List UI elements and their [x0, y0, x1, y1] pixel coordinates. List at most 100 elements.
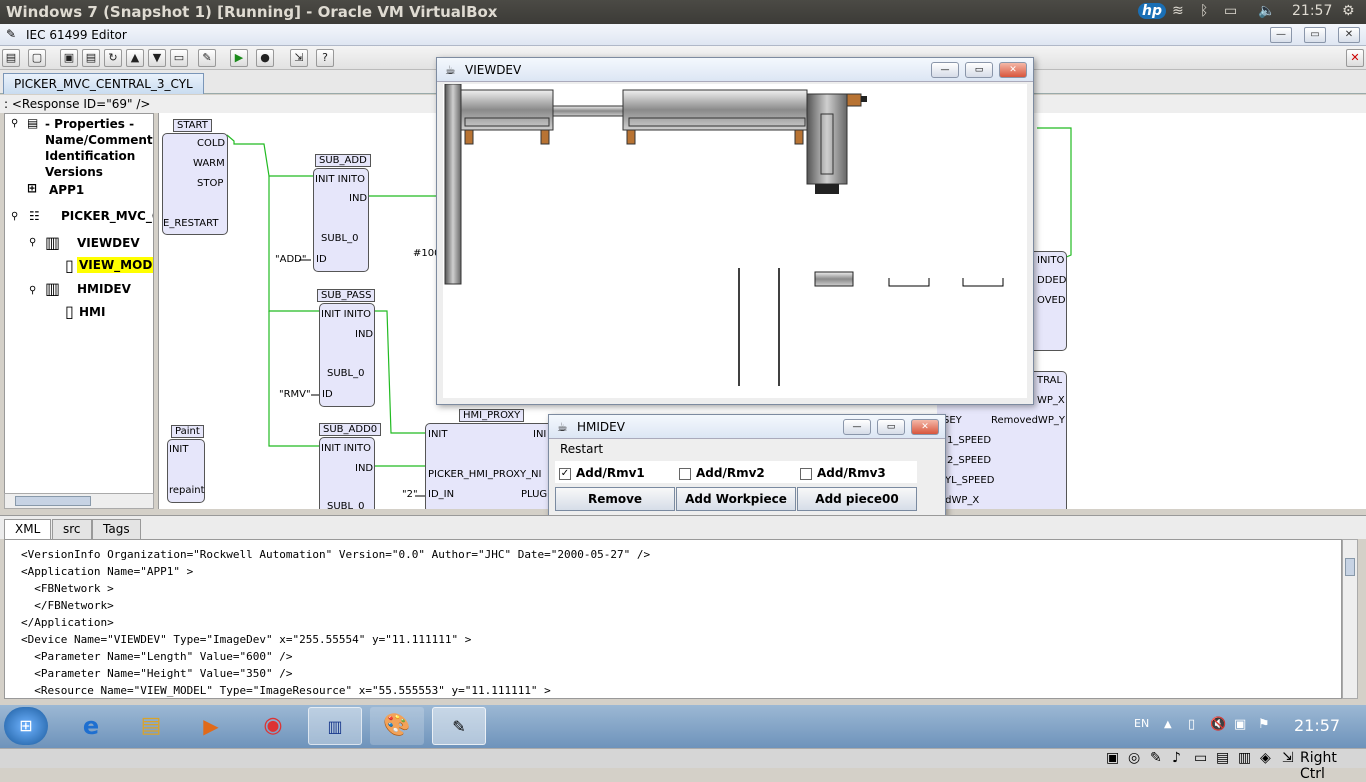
- scroll-thumb[interactable]: [15, 496, 91, 506]
- editor-taskbar-icon[interactable]: ▥: [308, 707, 362, 745]
- tree-horizontal-scrollbar[interactable]: [4, 493, 154, 509]
- minimize-button[interactable]: —: [1270, 27, 1292, 43]
- stop-icon[interactable]: ●: [256, 49, 274, 67]
- save-icon[interactable]: ▣: [60, 49, 78, 67]
- battery-icon[interactable]: ▯: [1188, 717, 1195, 732]
- expand-icon[interactable]: ⚲: [29, 237, 36, 248]
- hmidev-window[interactable]: ☕ HMIDEV — ▭ ✕ Restart ✓ Add/Rmv1 Add/Rmv…: [548, 414, 946, 528]
- hdd-icon[interactable]: ▣: [1106, 750, 1119, 766]
- tree-hmi[interactable]: HMI: [79, 305, 105, 319]
- capture-icon[interactable]: ◈: [1260, 750, 1271, 766]
- expand-icon[interactable]: ⚲: [11, 118, 18, 129]
- down-icon[interactable]: ▼: [148, 49, 166, 67]
- tree-viewdev[interactable]: VIEWDEV: [77, 236, 140, 250]
- audio-icon[interactable]: ♪: [1172, 750, 1181, 766]
- mouse-icon[interactable]: ⇲: [1282, 750, 1294, 766]
- hmidev-close-button[interactable]: ✕: [911, 419, 939, 435]
- fb-central-wp-x: WP_X: [1037, 395, 1065, 406]
- scroll-thumb[interactable]: [1345, 558, 1355, 576]
- hmidev-minimize-button[interactable]: —: [843, 419, 871, 435]
- device-icon: ▥: [45, 233, 61, 252]
- fb-start-warm: WARM: [193, 158, 225, 169]
- paint-icon[interactable]: 🎨: [370, 707, 424, 745]
- new-icon[interactable]: ▢: [28, 49, 46, 67]
- mute-icon[interactable]: 🔇: [1210, 717, 1226, 732]
- maximize-button[interactable]: ▭: [1304, 27, 1326, 43]
- bluetooth-icon[interactable]: ᛒ: [1200, 3, 1208, 19]
- add-workpiece-button[interactable]: Add Workpiece: [676, 487, 796, 511]
- tree-app1[interactable]: APP1: [49, 183, 84, 197]
- viewdev-close-button[interactable]: ✕: [999, 62, 1027, 78]
- tree-properties[interactable]: - Properties -: [45, 117, 134, 131]
- checkbox-label: Add/Rmv1: [576, 466, 645, 480]
- gear-icon[interactable]: ⚙: [1342, 3, 1355, 19]
- xml-vertical-scrollbar[interactable]: [1342, 539, 1358, 699]
- explorer-folder-icon[interactable]: ▤: [124, 707, 178, 745]
- media-player-icon[interactable]: ▶: [184, 707, 238, 745]
- battery-icon[interactable]: ▭: [1224, 3, 1237, 19]
- hmidev-maximize-button[interactable]: ▭: [877, 419, 905, 435]
- tree-hmidev[interactable]: HMIDEV: [77, 282, 131, 296]
- tab-xml[interactable]: XML: [4, 519, 52, 539]
- display-icon[interactable]: ▥: [1238, 750, 1251, 766]
- iec-editor-taskbar-icon[interactable]: ✎: [432, 707, 486, 745]
- checkbox-add-rmv1[interactable]: ✓ Add/Rmv1: [559, 466, 645, 480]
- remove-workpiece-button[interactable]: Remove Workpiece: [555, 487, 675, 528]
- expand-icon[interactable]: ⚲: [29, 285, 36, 296]
- close-tab-icon[interactable]: ✕: [1346, 49, 1364, 67]
- tree-name-comment[interactable]: Name/Comment: [45, 133, 153, 147]
- add-piece00-button[interactable]: Add piece00: [797, 487, 917, 511]
- fb-sub-add0-name: SUB_ADD0: [319, 423, 382, 436]
- run-icon[interactable]: ▶: [230, 49, 248, 67]
- viewdev-window[interactable]: ☕ VIEWDEV — ▭ ✕: [436, 57, 1034, 405]
- fb-hmi-proxy-id-in: ID_IN: [428, 489, 455, 500]
- network-icon[interactable]: ▣: [1234, 717, 1246, 732]
- fb-sub-add-subl: SUBL_0: [321, 233, 359, 244]
- save-all-icon[interactable]: ▤: [82, 49, 100, 67]
- optical-icon[interactable]: ◎: [1128, 750, 1140, 766]
- tree-system[interactable]: PICKER_MVC_C: [61, 209, 153, 223]
- fb-central-cyl-speed: YL_SPEED: [945, 475, 995, 486]
- chrome-icon[interactable]: ◉: [246, 707, 300, 745]
- up-icon[interactable]: ▲: [126, 49, 144, 67]
- start-button[interactable]: ⊞: [4, 707, 48, 745]
- viewdev-minimize-button[interactable]: —: [931, 62, 959, 78]
- hmidev-title: HMIDEV: [577, 420, 625, 434]
- checkbox-add-rmv3[interactable]: Add/Rmv3: [800, 466, 886, 480]
- fb-sub-add-io: INIT INITO: [315, 174, 366, 185]
- refresh-icon[interactable]: ↻: [104, 49, 122, 67]
- taskbar-clock[interactable]: 21:57: [1294, 716, 1340, 735]
- resource-icon: ▯: [65, 256, 74, 275]
- language-indicator[interactable]: EN: [1134, 717, 1149, 730]
- tab-tags[interactable]: Tags: [92, 519, 141, 539]
- checkbox-add-rmv2[interactable]: Add/Rmv2: [679, 466, 765, 480]
- tree-identification[interactable]: Identification: [45, 149, 135, 163]
- tab-src[interactable]: src: [52, 519, 92, 539]
- viewdev-maximize-button[interactable]: ▭: [965, 62, 993, 78]
- xml-source-view[interactable]: <VersionInfo Organization="Rockwell Auto…: [4, 539, 1342, 699]
- volume-icon[interactable]: 🔈: [1258, 3, 1275, 19]
- show-hidden-icon[interactable]: ▲: [1164, 719, 1172, 730]
- tree-versions[interactable]: Versions: [45, 165, 103, 179]
- restart-menu[interactable]: Restart: [560, 442, 603, 456]
- usb-icon[interactable]: ✎: [1150, 750, 1162, 766]
- action-center-icon[interactable]: ⚑: [1258, 717, 1270, 732]
- help-icon[interactable]: ?: [316, 49, 334, 67]
- internet-explorer-icon[interactable]: e: [64, 707, 118, 745]
- fb-sub-pass-subl: SUBL_0: [327, 368, 365, 379]
- tree-view-model[interactable]: VIEW_MODE: [77, 257, 153, 273]
- export-icon[interactable]: ⇲: [290, 49, 308, 67]
- top-clock[interactable]: 21:57: [1292, 3, 1332, 19]
- open-icon[interactable]: ▤: [2, 49, 20, 67]
- xml-line: </FBNetwork>: [21, 599, 114, 612]
- expand-icon[interactable]: ⚲: [11, 211, 18, 222]
- shared-folder-icon[interactable]: ▤: [1216, 750, 1229, 766]
- edit-icon[interactable]: ✎: [198, 49, 216, 67]
- wifi-icon[interactable]: ≋: [1172, 3, 1184, 19]
- tab-picker-mvc[interactable]: PICKER_MVC_CENTRAL_3_CYL: [3, 73, 204, 94]
- viewdev-canvas[interactable]: [443, 84, 1027, 398]
- fb-right-added: DDED: [1037, 275, 1067, 286]
- link-icon[interactable]: ▭: [170, 49, 188, 67]
- net-icon[interactable]: ▭: [1194, 750, 1207, 766]
- close-button[interactable]: ✕: [1338, 27, 1360, 43]
